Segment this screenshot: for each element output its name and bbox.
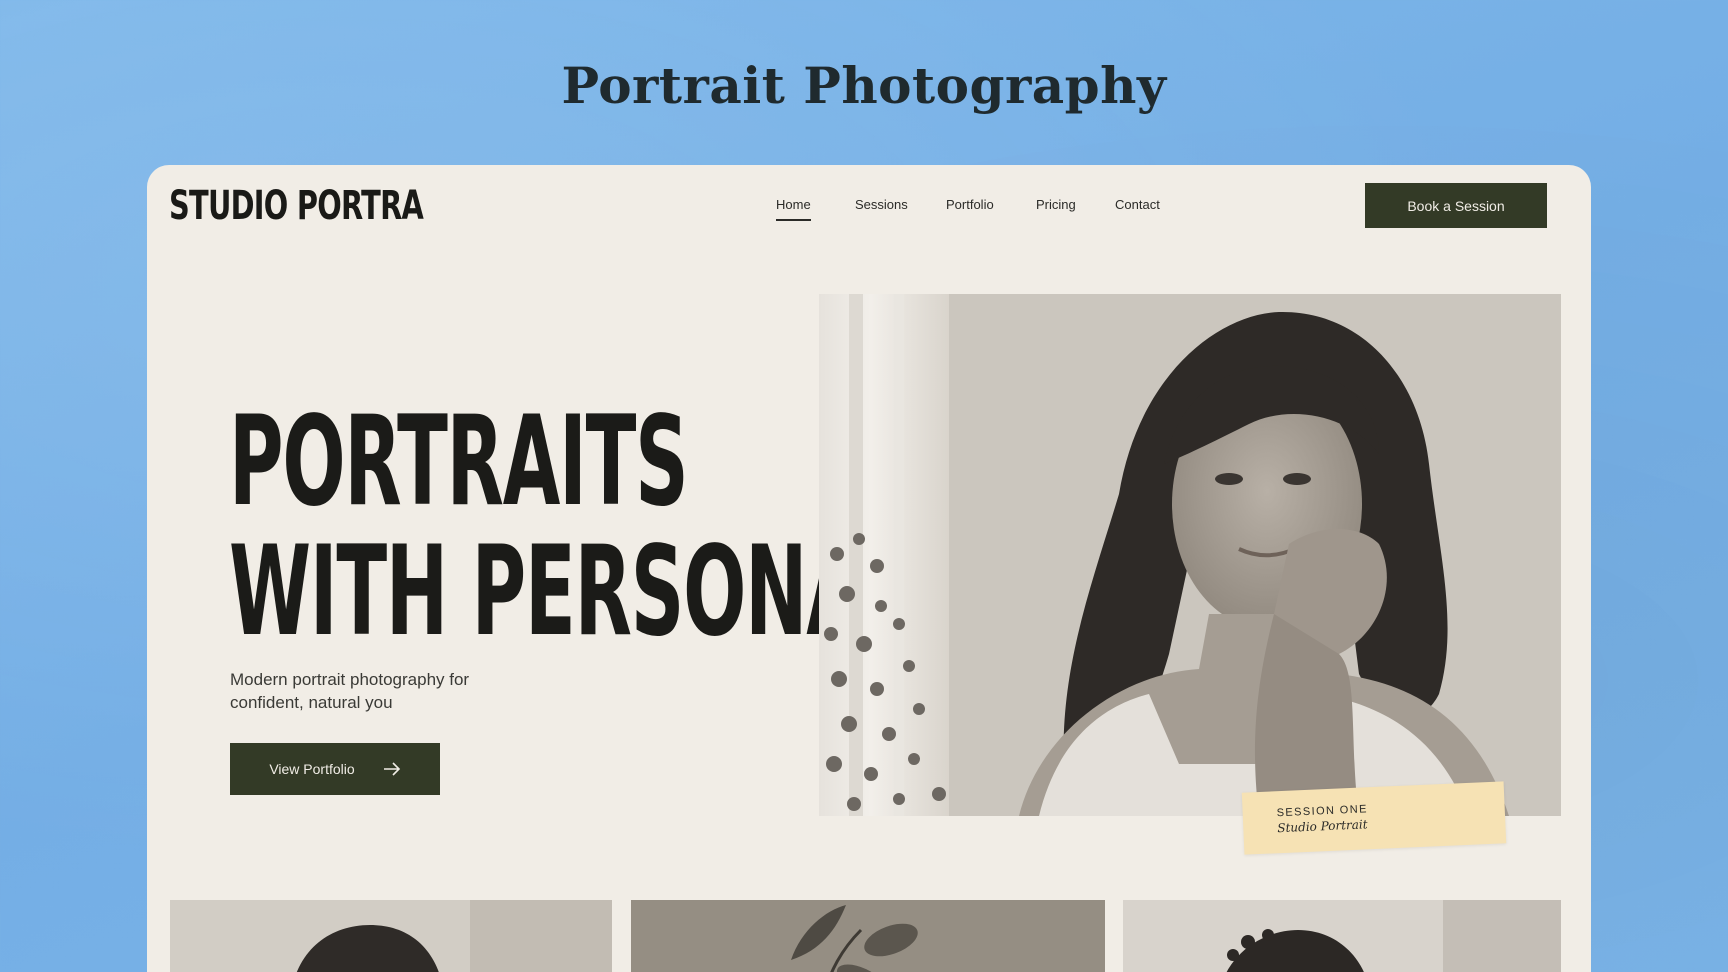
gallery-photo-3[interactable] bbox=[1123, 900, 1561, 972]
view-portfolio-label: View Portfolio bbox=[269, 761, 355, 777]
website-window: STUDIO PORTRA Home Sessions Portfolio Pr… bbox=[147, 165, 1591, 972]
site-header: STUDIO PORTRA Home Sessions Portfolio Pr… bbox=[147, 165, 1591, 257]
book-session-button[interactable]: Book a Session bbox=[1365, 183, 1547, 228]
nav-item-portfolio[interactable]: Portfolio bbox=[946, 197, 994, 212]
page-heading: Portrait Photography bbox=[561, 56, 1167, 115]
hero-subtitle: Modern portrait photography for confiden… bbox=[230, 670, 470, 712]
gallery-photo-2[interactable] bbox=[631, 900, 1105, 972]
gallery-photo-1[interactable] bbox=[170, 900, 612, 972]
view-portfolio-button[interactable]: View Portfolio bbox=[230, 743, 440, 795]
nav-item-pricing[interactable]: Pricing bbox=[1036, 197, 1076, 212]
nav-item-sessions[interactable]: Sessions bbox=[855, 197, 908, 212]
arrow-right-icon bbox=[383, 762, 401, 776]
session-caption-tag: SESSION ONE Studio Portrait bbox=[1241, 781, 1507, 855]
hero-portrait-photo bbox=[819, 294, 1561, 816]
nav-item-contact[interactable]: Contact bbox=[1115, 197, 1160, 212]
nav-item-home[interactable]: Home bbox=[776, 197, 811, 221]
